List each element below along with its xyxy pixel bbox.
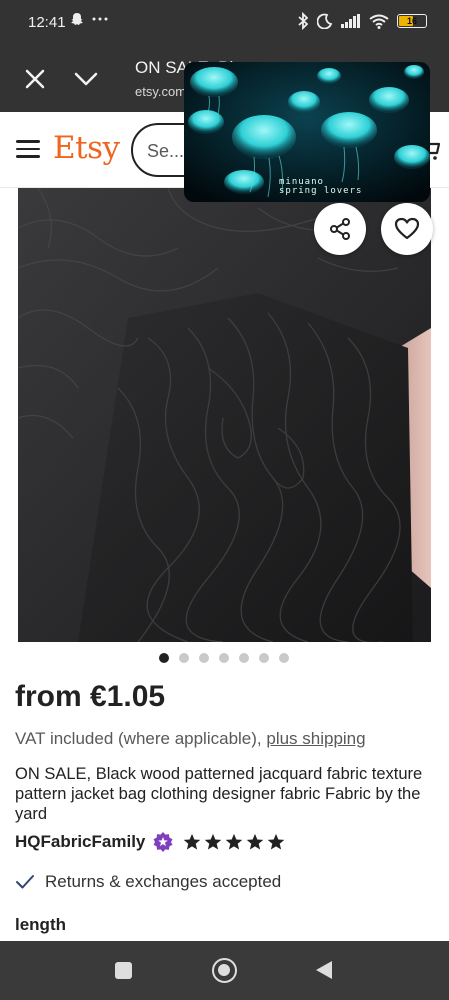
star-icon — [268, 833, 285, 850]
status-left-icons — [70, 12, 108, 26]
favorite-button[interactable] — [381, 203, 433, 255]
star-icon — [226, 833, 243, 850]
battery-level: 16 — [406, 16, 417, 26]
star-icon — [247, 833, 264, 850]
more-icon — [92, 17, 108, 21]
carousel-dot[interactable] — [279, 653, 289, 663]
share-icon — [330, 218, 350, 240]
status-bar: 12:41 16 — [0, 0, 449, 46]
carousel-dot[interactable] — [199, 653, 209, 663]
carousel-dot[interactable] — [239, 653, 249, 663]
carousel-dot[interactable] — [259, 653, 269, 663]
wifi-icon — [369, 14, 389, 29]
bluetooth-icon — [298, 12, 309, 30]
share-button[interactable] — [314, 203, 366, 255]
shop-name-link[interactable]: HQFabricFamily — [15, 832, 145, 852]
battery-icon: 16 — [397, 14, 427, 28]
returns-row: Returns & exchanges accepted — [15, 872, 281, 892]
product-image[interactable] — [18, 188, 431, 642]
star-seller-badge-icon — [153, 832, 173, 852]
pip-caption-line2: spring lovers — [279, 186, 363, 196]
menu-icon[interactable] — [16, 140, 40, 160]
status-time: 12:41 — [28, 14, 66, 31]
checkmark-icon — [16, 875, 34, 889]
vat-label: VAT included (where applicable), — [15, 729, 267, 748]
variation-label: length — [15, 915, 66, 934]
returns-text: Returns & exchanges accepted — [45, 872, 282, 891]
plus-shipping-link[interactable]: plus shipping — [266, 729, 365, 748]
close-icon[interactable] — [22, 66, 48, 92]
search-placeholder: Se... — [147, 141, 185, 161]
signal-icon — [341, 14, 360, 28]
star-icon — [205, 833, 222, 850]
snapchat-icon — [71, 13, 83, 25]
moon-icon — [317, 13, 333, 29]
rating-stars — [183, 833, 285, 851]
carousel-dot[interactable] — [219, 653, 229, 663]
heart-icon — [394, 217, 420, 240]
system-nav-bar — [0, 941, 449, 1000]
status-right-icons: 16 — [297, 12, 427, 30]
back-button[interactable] — [316, 961, 332, 979]
home-button[interactable] — [212, 958, 237, 983]
shop-row: HQFabricFamily — [15, 832, 285, 852]
pip-video-player[interactable]: minuano spring lovers — [184, 62, 430, 202]
pip-caption: minuano spring lovers — [279, 178, 362, 196]
carousel-dot[interactable] — [179, 653, 189, 663]
vat-text: VAT included (where applicable), plus sh… — [15, 729, 366, 749]
image-carousel-dots — [159, 653, 289, 663]
recents-button[interactable] — [115, 962, 132, 979]
product-price: from €1.05 — [15, 680, 166, 713]
product-title: ON SALE, Black wood patterned jacquard f… — [15, 765, 423, 823]
fabric-photo — [18, 188, 431, 642]
etsy-logo[interactable]: Etsy — [53, 130, 120, 166]
star-icon — [184, 833, 201, 850]
carousel-dot[interactable] — [159, 653, 169, 663]
chevron-down-icon[interactable] — [72, 66, 100, 92]
